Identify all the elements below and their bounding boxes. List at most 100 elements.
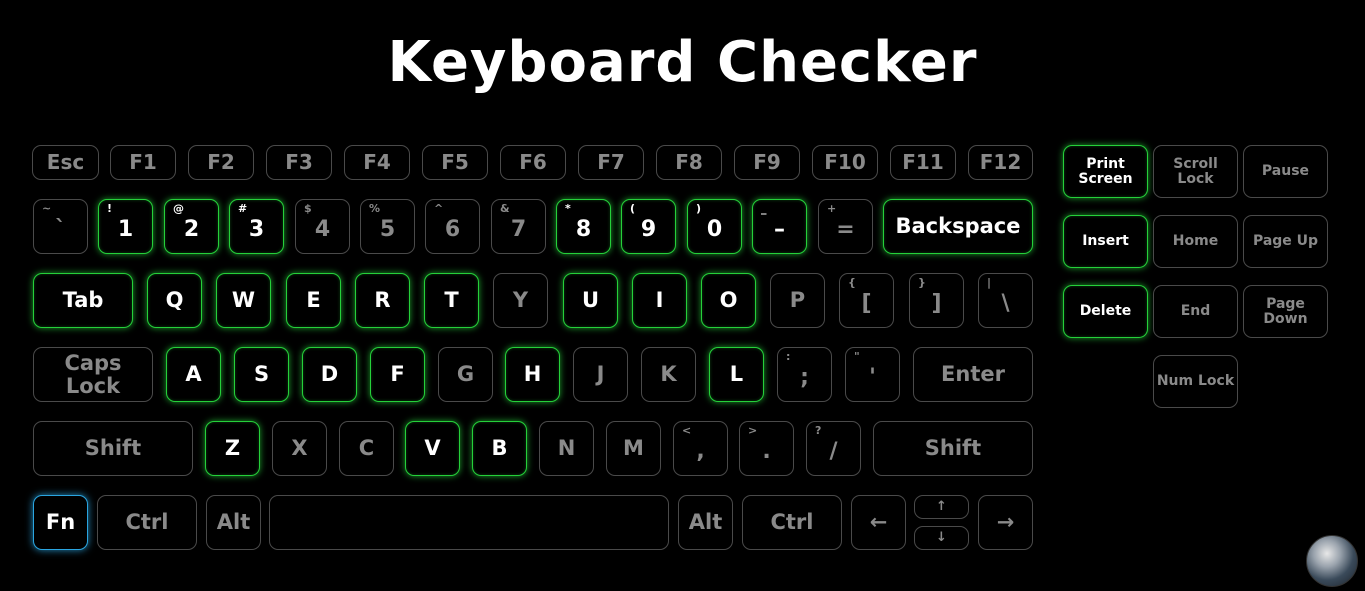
key-end[interactable]: End — [1153, 285, 1238, 338]
key-f6[interactable]: F6 — [500, 145, 566, 180]
key-arrow-right[interactable]: → — [978, 495, 1033, 550]
key-shift-left[interactable]: Shift — [33, 421, 193, 476]
key-digit8[interactable]: * 8 — [556, 199, 611, 254]
key-space[interactable] — [269, 495, 669, 550]
key-label: A — [185, 362, 202, 387]
key-f11[interactable]: F11 — [890, 145, 956, 180]
key-f3[interactable]: F3 — [266, 145, 332, 180]
key-arrow-up[interactable]: ↑ — [914, 495, 969, 519]
key-enter[interactable]: Enter — [913, 347, 1033, 402]
key-tab[interactable]: Tab — [33, 273, 133, 328]
key-pageup[interactable]: Page Up — [1243, 215, 1328, 268]
key-b[interactable]: B — [472, 421, 527, 476]
key-digit2[interactable]: @2 — [164, 199, 219, 254]
key-arrow-left[interactable]: ← — [851, 495, 906, 550]
key-digit1[interactable]: ! 1 — [98, 199, 153, 254]
key-digit9[interactable]: (9 — [621, 199, 676, 254]
key-n[interactable]: N — [539, 421, 594, 476]
key-c[interactable]: C — [339, 421, 394, 476]
key-shift-right[interactable]: Shift — [873, 421, 1033, 476]
key-pagedown[interactable]: Page Down — [1243, 285, 1328, 338]
key-q[interactable]: Q — [147, 273, 202, 328]
key-capslock[interactable]: Caps Lock — [33, 347, 153, 402]
key-x[interactable]: X — [272, 421, 327, 476]
key-label: End — [1180, 303, 1211, 320]
key-arrow-down[interactable]: ↓ — [914, 526, 969, 550]
key-equal[interactable]: + = — [818, 199, 873, 254]
key-g[interactable]: G — [438, 347, 493, 402]
key-r[interactable]: R — [355, 273, 410, 328]
key-s[interactable]: S — [234, 347, 289, 402]
key-f9[interactable]: F9 — [734, 145, 800, 180]
key-ctrl-left[interactable]: Ctrl — [97, 495, 197, 550]
key-m[interactable]: M — [606, 421, 661, 476]
key-label: Insert — [1082, 233, 1129, 250]
key-numlock[interactable]: Num Lock — [1153, 355, 1238, 408]
key-alt-right[interactable]: Alt — [678, 495, 733, 550]
key-digit4[interactable]: $4 — [295, 199, 350, 254]
key-shift-label: & — [500, 202, 510, 215]
key-label: B — [491, 436, 508, 461]
key-scrolllock[interactable]: Scroll Lock — [1153, 145, 1238, 198]
key-o[interactable]: O — [701, 273, 756, 328]
key-f[interactable]: F — [370, 347, 425, 402]
key-j[interactable]: J — [573, 347, 628, 402]
key-u[interactable]: U — [563, 273, 618, 328]
key-semicolon[interactable]: :; — [777, 347, 832, 402]
key-bracketleft[interactable]: {[ — [839, 273, 894, 328]
key-backslash[interactable]: | \ — [978, 273, 1033, 328]
key-w[interactable]: W — [216, 273, 271, 328]
key-digit7[interactable]: & 7 — [491, 199, 546, 254]
key-backspace[interactable]: Backspace — [883, 199, 1033, 254]
key-f7[interactable]: F7 — [578, 145, 644, 180]
key-h[interactable]: H — [505, 347, 560, 402]
key-z[interactable]: Z — [205, 421, 260, 476]
key-d[interactable]: D — [302, 347, 357, 402]
key-minus[interactable]: _ – — [752, 199, 807, 254]
key-i[interactable]: I — [632, 273, 687, 328]
key-f8[interactable]: F8 — [656, 145, 722, 180]
key-slash[interactable]: ? / — [806, 421, 861, 476]
key-home[interactable]: Home — [1153, 215, 1238, 268]
key-y[interactable]: Y — [493, 273, 548, 328]
key-label: → — [996, 510, 1015, 535]
key-label: ↑ — [936, 499, 947, 515]
key-digit5[interactable]: % 5 — [360, 199, 415, 254]
key-printscreen[interactable]: Print Screen — [1063, 145, 1148, 198]
key-label: ↓ — [936, 530, 947, 546]
key-bracketright[interactable]: }] — [909, 273, 964, 328]
key-alt-left[interactable]: Alt — [206, 495, 261, 550]
key-shift-label: ? — [815, 424, 822, 437]
key-backquote[interactable]: ~ ` — [33, 199, 88, 254]
key-pause[interactable]: Pause — [1243, 145, 1328, 198]
key-quote[interactable]: " ' — [845, 347, 900, 402]
avatar[interactable] — [1306, 535, 1358, 587]
key-v[interactable]: V — [405, 421, 460, 476]
key-label: N — [557, 436, 576, 461]
key-p[interactable]: P — [770, 273, 825, 328]
key-f4[interactable]: F4 — [344, 145, 410, 180]
key-ctrl-right[interactable]: Ctrl — [742, 495, 842, 550]
key-label: = — [836, 216, 855, 242]
key-esc[interactable]: Esc — [32, 145, 99, 180]
key-digit3[interactable]: #3 — [229, 199, 284, 254]
key-f2[interactable]: F2 — [188, 145, 254, 180]
key-l[interactable]: L — [709, 347, 764, 402]
key-insert[interactable]: Insert — [1063, 215, 1148, 268]
key-comma[interactable]: <, — [673, 421, 728, 476]
key-delete[interactable]: Delete — [1063, 285, 1148, 338]
key-label: M — [623, 436, 644, 461]
key-f12[interactable]: F12 — [968, 145, 1033, 180]
key-digit0[interactable]: ) 0 — [687, 199, 742, 254]
key-digit6[interactable]: ^ 6 — [425, 199, 480, 254]
key-e[interactable]: E — [286, 273, 341, 328]
key-f10[interactable]: F10 — [812, 145, 878, 180]
key-f5[interactable]: F5 — [422, 145, 488, 180]
key-f1[interactable]: F1 — [110, 145, 176, 180]
key-fn[interactable]: Fn — [33, 495, 88, 550]
key-a[interactable]: A — [166, 347, 221, 402]
key-period[interactable]: >. — [739, 421, 794, 476]
key-t[interactable]: T — [424, 273, 479, 328]
key-k[interactable]: K — [641, 347, 696, 402]
key-label: Delete — [1079, 303, 1132, 320]
